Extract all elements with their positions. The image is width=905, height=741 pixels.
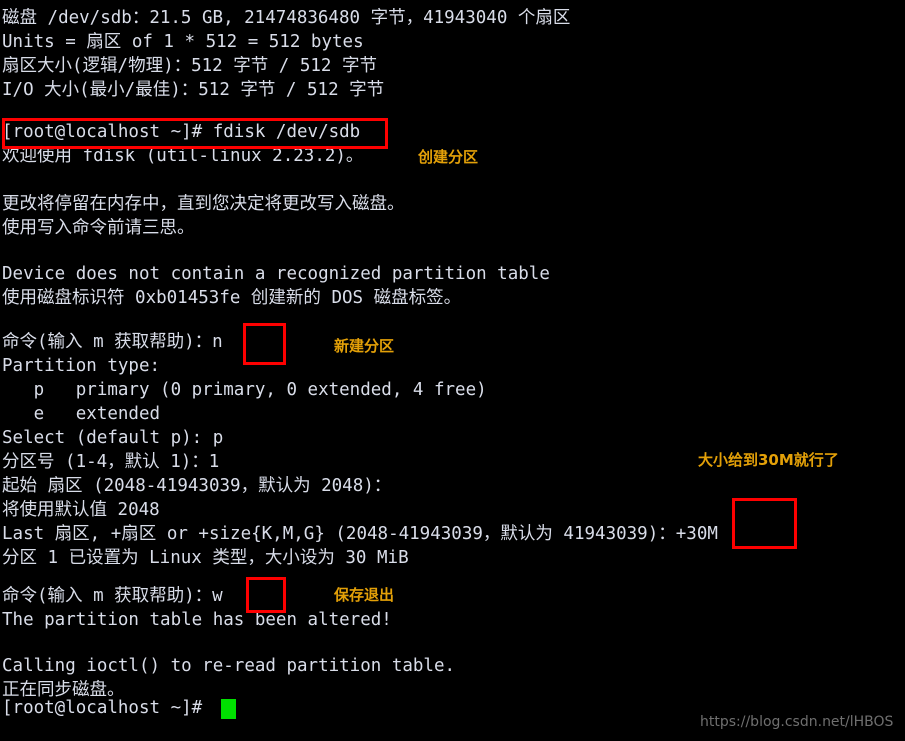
- annotation-size-30m: 大小给到30M就行了: [698, 451, 839, 469]
- terminal-line-calling-ioctl: Calling ioctl() to re-read partition tab…: [2, 656, 456, 676]
- terminal-line-start-sector: 起始 扇区 (2048-41943039，默认为 2048)：: [2, 476, 392, 496]
- highlight-size-plus-30m: [732, 498, 797, 549]
- annotation-create-partition: 创建分区: [418, 148, 479, 166]
- terminal-line-sector-size: 扇区大小(逻辑/物理)：512 字节 / 512 字节: [2, 56, 378, 76]
- annotation-new-partition: 新建分区: [334, 337, 395, 355]
- terminal-line-command-prompt-n: 命令(输入 m 获取帮助)：n: [2, 332, 223, 352]
- terminal-line-welcome: 欢迎使用 fdisk (util-linux 2.23.2)。: [2, 146, 364, 166]
- highlight-command-n: [243, 323, 286, 365]
- terminal-line-last-sector: Last 扇区, +扇区 or +size{K,M,G} (2048-41943…: [2, 524, 718, 544]
- terminal-line-partition-type: Partition type:: [2, 356, 161, 376]
- terminal-cursor: [221, 699, 236, 719]
- terminal-line-memory-notice: 更改将停留在内存中，直到您决定将更改写入磁盘。: [2, 194, 405, 214]
- terminal-line-table-altered: The partition table has been altered!: [2, 610, 392, 630]
- terminal-line-fdisk-command: [root@localhost ~]# fdisk /dev/sdb: [2, 122, 361, 142]
- terminal-line-no-partition-table: Device does not contain a recognized par…: [2, 264, 550, 284]
- terminal-line-io-size: I/O 大小(最小/最佳)：512 字节 / 512 字节: [2, 80, 385, 100]
- terminal-line-option-extended: e extended: [2, 404, 161, 424]
- terminal-line-disk-info: 磁盘 /dev/sdb：21.5 GB, 21474836480 字节，4194…: [2, 8, 571, 28]
- terminal-window[interactable]: 磁盘 /dev/sdb：21.5 GB, 21474836480 字节，4194…: [0, 0, 905, 741]
- terminal-line-partition-number: 分区号 (1-4，默认 1)：1: [2, 452, 220, 472]
- terminal-line-default-value: 将使用默认值 2048: [2, 500, 160, 520]
- terminal-line-partition-set: 分区 1 已设置为 Linux 类型，大小设为 30 MiB: [2, 548, 409, 568]
- terminal-line-option-primary: p primary (0 primary, 0 extended, 4 free…: [2, 380, 487, 400]
- terminal-line-units: Units = 扇区 of 1 * 512 = 512 bytes: [2, 32, 364, 52]
- terminal-line-disk-identifier: 使用磁盘标识符 0xb01453fe 创建新的 DOS 磁盘标签。: [2, 288, 462, 308]
- terminal-line-command-prompt-w: 命令(输入 m 获取帮助)：w: [2, 586, 223, 606]
- terminal-line-select-default: Select (default p): p: [2, 428, 224, 448]
- watermark-url: https://blog.csdn.net/lHBOS: [700, 714, 894, 730]
- annotation-save-and-exit: 保存退出: [334, 586, 395, 604]
- terminal-line-write-warning: 使用写入命令前请三思。: [2, 218, 195, 238]
- terminal-line-final-prompt: [root@localhost ~]#: [2, 698, 213, 718]
